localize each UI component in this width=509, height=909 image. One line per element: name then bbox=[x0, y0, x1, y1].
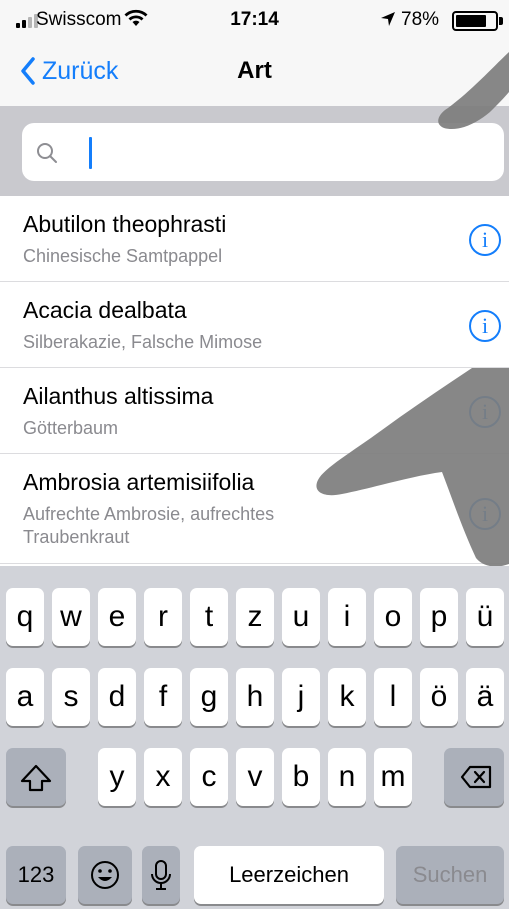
key-d[interactable]: d bbox=[98, 668, 136, 726]
delete-key[interactable] bbox=[444, 748, 504, 806]
location-arrow-icon bbox=[381, 12, 395, 26]
species-list: Abutilon theophrasti Chinesische Samtpap… bbox=[0, 196, 509, 564]
key-s[interactable]: s bbox=[52, 668, 90, 726]
list-item[interactable]: Ambrosia artemisiifolia Aufrechte Ambros… bbox=[0, 454, 509, 564]
key-y[interactable]: y bbox=[98, 748, 136, 806]
list-item-subtitle: Silberakazie, Falsche Mimose bbox=[23, 332, 263, 352]
key-m[interactable]: m bbox=[374, 748, 412, 806]
key-f[interactable]: f bbox=[144, 668, 182, 726]
key-c[interactable]: c bbox=[190, 748, 228, 806]
battery-tip bbox=[499, 17, 503, 25]
key-oe[interactable]: ö bbox=[420, 668, 458, 726]
search-input[interactable] bbox=[68, 133, 488, 171]
key-x[interactable]: x bbox=[144, 748, 182, 806]
list-item-title: Acacia dealbata bbox=[23, 297, 187, 323]
key-h[interactable]: h bbox=[236, 668, 274, 726]
key-b[interactable]: b bbox=[282, 748, 320, 806]
key-u[interactable]: u bbox=[282, 588, 320, 646]
list-item-title: Ailanthus altissima bbox=[23, 383, 214, 409]
key-j[interactable]: j bbox=[282, 668, 320, 726]
list-item-title: Abutilon theophrasti bbox=[23, 211, 227, 237]
dictation-key[interactable] bbox=[142, 846, 180, 904]
key-i[interactable]: i bbox=[328, 588, 366, 646]
emoji-icon bbox=[91, 861, 119, 889]
microphone-icon bbox=[151, 860, 171, 890]
shift-key[interactable] bbox=[6, 748, 66, 806]
status-bar: Swisscom 17:14 78% bbox=[0, 0, 509, 40]
key-r[interactable]: r bbox=[144, 588, 182, 646]
key-o[interactable]: o bbox=[374, 588, 412, 646]
list-item-subtitle: Götterbaum bbox=[23, 418, 119, 438]
key-l[interactable]: l bbox=[374, 668, 412, 726]
battery-icon bbox=[452, 11, 498, 31]
key-p[interactable]: p bbox=[420, 588, 458, 646]
key-ue[interactable]: ü bbox=[466, 588, 504, 646]
key-g[interactable]: g bbox=[190, 668, 228, 726]
backspace-icon bbox=[460, 765, 492, 789]
key-v[interactable]: v bbox=[236, 748, 274, 806]
list-item[interactable]: Acacia dealbata Silberakazie, Falsche Mi… bbox=[0, 282, 509, 368]
page-title: Art bbox=[237, 57, 272, 84]
key-k[interactable]: k bbox=[328, 668, 366, 726]
list-item-subtitle: Aufrechte Ambrosie, aufrechtes Traubenkr… bbox=[23, 504, 275, 547]
keyboard: q w e r t z u i o p ü a s d f g h j k l … bbox=[0, 566, 509, 909]
key-n[interactable]: n bbox=[328, 748, 366, 806]
shift-icon bbox=[20, 764, 52, 792]
space-key[interactable]: Leerzeichen bbox=[194, 846, 384, 904]
emoji-key[interactable] bbox=[78, 846, 132, 904]
key-t[interactable]: t bbox=[190, 588, 228, 646]
key-a[interactable]: a bbox=[6, 668, 44, 726]
info-icon[interactable]: i bbox=[469, 498, 501, 530]
key-q[interactable]: q bbox=[6, 588, 44, 646]
search-key[interactable]: Suchen bbox=[396, 846, 504, 904]
list-item-title: Ambrosia artemisiifolia bbox=[23, 469, 255, 495]
key-e[interactable]: e bbox=[98, 588, 136, 646]
navigation-bar: Zurück Art bbox=[0, 40, 509, 106]
list-item[interactable]: Abutilon theophrasti Chinesische Samtpap… bbox=[0, 196, 509, 282]
key-ae[interactable]: ä bbox=[466, 668, 504, 726]
list-item-subtitle: Chinesische Samtpappel bbox=[23, 246, 223, 266]
battery-percent: 78% bbox=[401, 9, 440, 30]
search-icon bbox=[37, 143, 57, 163]
info-icon[interactable]: i bbox=[469, 224, 501, 256]
key-w[interactable]: w bbox=[52, 588, 90, 646]
search-field[interactable] bbox=[22, 123, 504, 181]
search-bar bbox=[0, 106, 509, 196]
numbers-key[interactable]: 123 bbox=[6, 846, 66, 904]
info-icon[interactable]: i bbox=[469, 310, 501, 342]
info-icon[interactable]: i bbox=[469, 396, 501, 428]
key-z[interactable]: z bbox=[236, 588, 274, 646]
list-item[interactable]: Ailanthus altissima Götterbaum i bbox=[0, 368, 509, 454]
